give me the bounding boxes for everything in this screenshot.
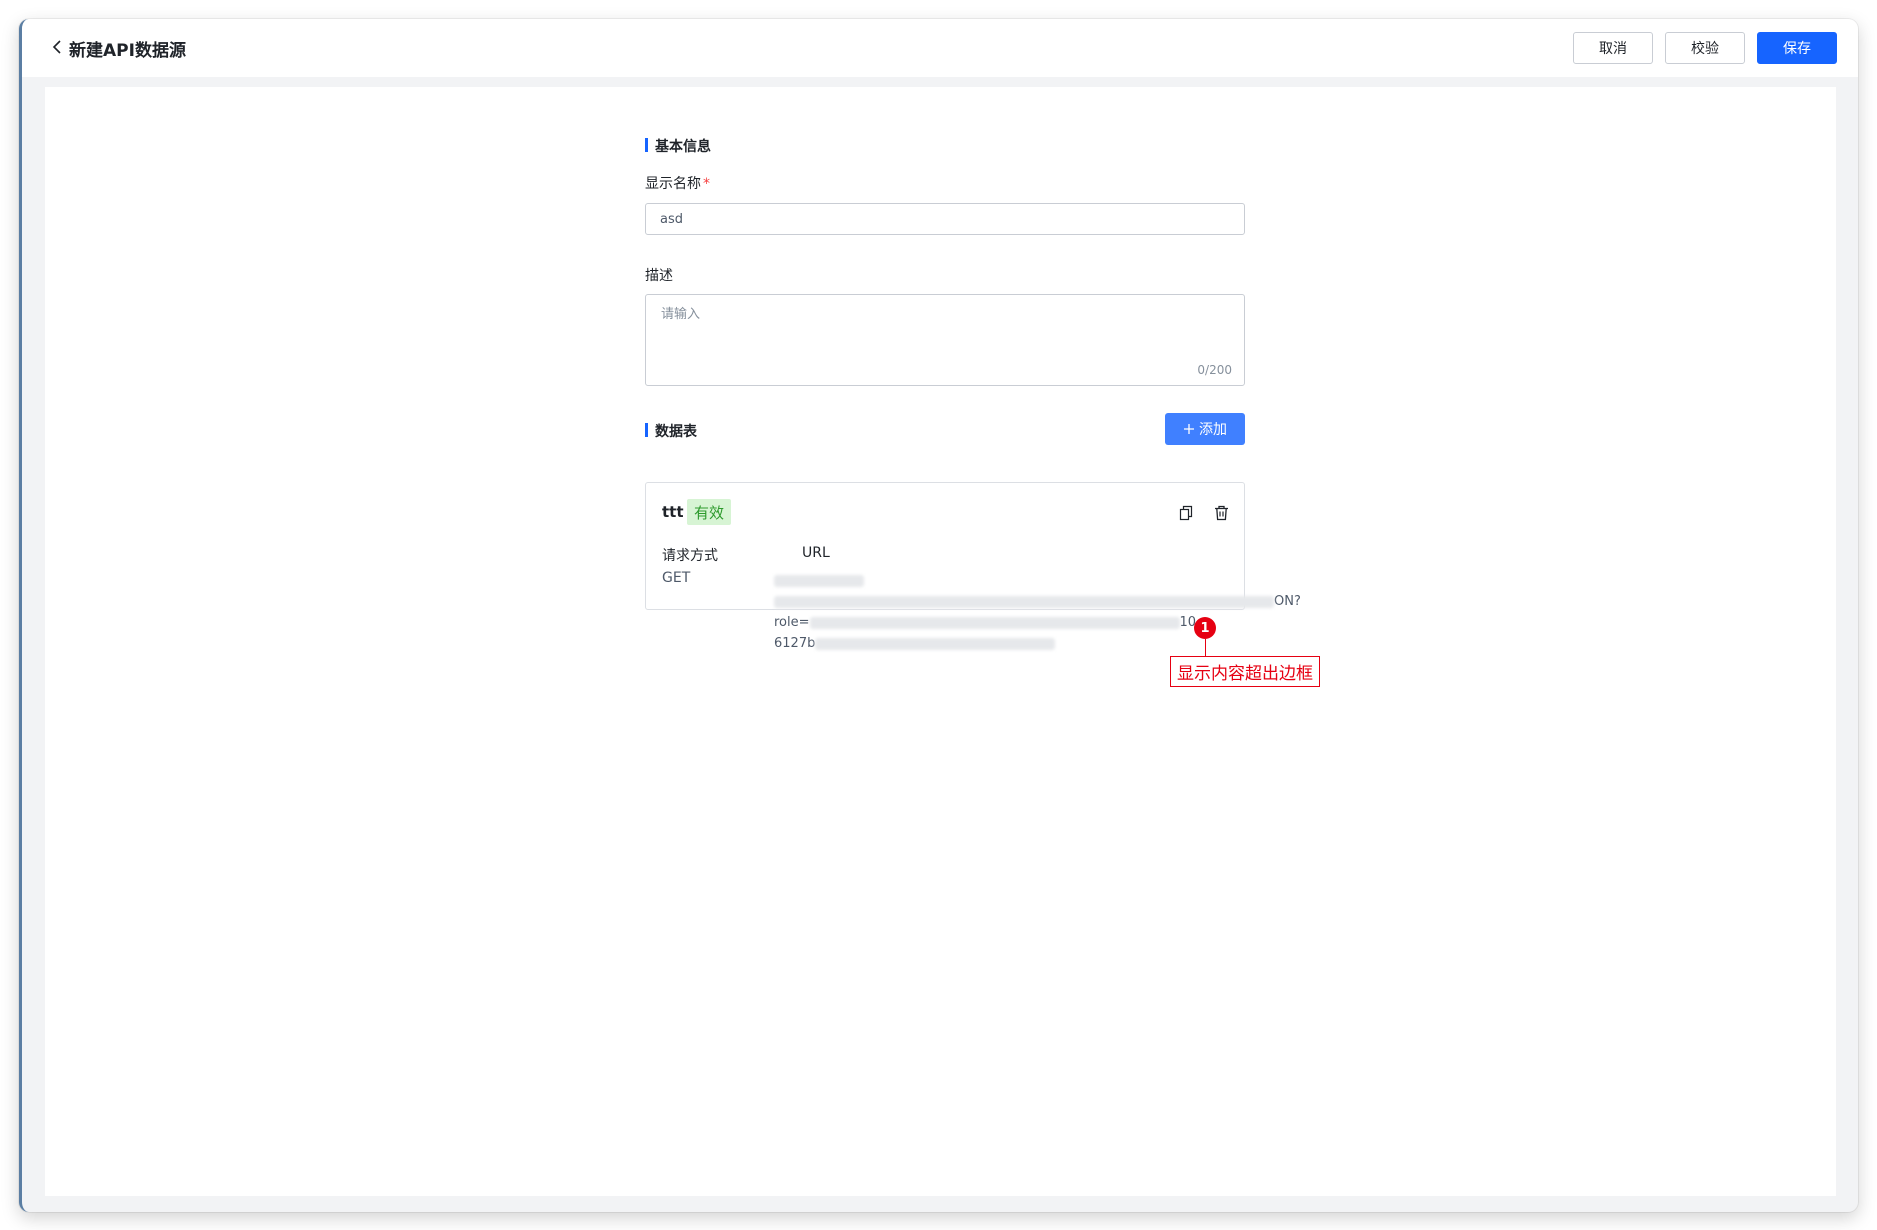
trash-icon[interactable]	[1211, 503, 1231, 523]
method-value: GET	[662, 570, 691, 586]
page-title: 新建API数据源	[69, 41, 186, 61]
name-label: 显示名称 *	[645, 173, 710, 193]
annotation-marker: 1	[1194, 617, 1216, 639]
table-name: ttt	[662, 503, 684, 521]
url-line3-prefix: 6127b	[774, 636, 816, 651]
name-input[interactable]: asd	[645, 203, 1245, 235]
section-title-data-tables: 数据表	[645, 421, 697, 441]
name-input-value: asd	[660, 211, 683, 227]
top-bar: 新建API数据源 取消 校验 保存	[22, 19, 1858, 77]
url-line1-suffix: ON?	[1274, 594, 1301, 609]
url-value-overflow: ON? role= 10- 6127b	[774, 570, 1314, 654]
annotation-label: 显示内容超出边框	[1170, 656, 1320, 687]
name-label-text: 显示名称	[645, 176, 701, 192]
add-table-button[interactable]: 添加	[1165, 413, 1245, 445]
url-line-blurred	[774, 570, 1314, 591]
url-line-1: ON?	[774, 591, 1314, 612]
section-title-basic-info: 基本信息	[645, 136, 711, 156]
data-table-card: ttt 有效 请求方式 GET URL ON? role= 10- 6127b	[645, 482, 1301, 651]
url-line-3: 6127b	[774, 633, 1314, 654]
copy-icon[interactable]	[1176, 503, 1196, 523]
description-placeholder: 请输入	[661, 307, 701, 322]
save-button[interactable]: 保存	[1757, 32, 1837, 64]
add-table-label: 添加	[1199, 422, 1227, 438]
chevron-left-icon[interactable]	[48, 37, 68, 57]
cancel-button[interactable]: 取消	[1573, 32, 1653, 64]
method-label: 请求方式	[662, 548, 718, 564]
character-counter: 0/200	[1197, 363, 1232, 377]
desc-label: 描述	[645, 268, 673, 284]
url-line-2: role= 10-	[774, 612, 1314, 633]
status-badge: 有效	[687, 499, 732, 525]
app-window: 新建API数据源 取消 校验 保存 基本信息 显示名称 * asd 描述 请输入 …	[19, 19, 1858, 1212]
annotation-connector	[1205, 639, 1206, 656]
main-content: 基本信息 显示名称* asd 描述 请输入 0/200 数据表 添加 ttt	[45, 87, 1836, 1196]
url-label: URL	[802, 545, 830, 561]
validate-button[interactable]: 校验	[1665, 32, 1745, 64]
plus-icon	[1184, 424, 1194, 434]
url-line2-prefix: role=	[774, 615, 810, 630]
required-mark: *	[703, 176, 710, 192]
description-textarea[interactable]: 请输入 0/200	[645, 294, 1245, 386]
